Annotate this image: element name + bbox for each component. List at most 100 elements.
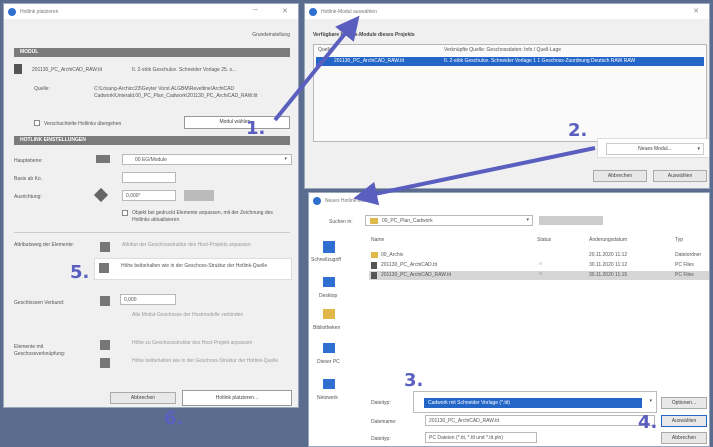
module-version: II. 2-stök Geschulce. Schneider Vorlage … xyxy=(132,67,237,73)
nested-hotlinks-label: Verschachtelte Hotlinks übergehen xyxy=(44,121,122,127)
chevron-down-icon-2: ▾ xyxy=(697,146,700,152)
cancel-button-2[interactable]: Abbrechen xyxy=(593,170,647,182)
place-quick-access[interactable]: Schnellzugriff xyxy=(311,257,341,263)
type-label: Dateityp: xyxy=(371,436,391,442)
place-hotlink-button[interactable]: Hotlink platzieren... xyxy=(182,390,292,406)
library-icon[interactable] xyxy=(323,309,335,319)
pc-icon[interactable] xyxy=(323,343,335,353)
link-icon-2 xyxy=(100,358,110,368)
callout-3: 3. xyxy=(404,370,424,391)
source-label: Quelle: xyxy=(34,86,50,92)
folder-icon xyxy=(370,218,378,224)
linked-option-2[interactable]: Höhe beibehalten wie in der Geschoss-Str… xyxy=(132,358,282,365)
place-network[interactable]: Netzwerk xyxy=(317,395,338,401)
file-status: ○ xyxy=(539,261,543,267)
story-height-label: Geschlossen Verbund: xyxy=(14,300,65,306)
place-desktop[interactable]: Desktop xyxy=(319,293,337,299)
callout-6: 6. xyxy=(164,408,184,429)
story-icon xyxy=(96,155,110,163)
options-button[interactable]: Optionen... xyxy=(661,397,707,409)
window-title: Hotlink platzieren xyxy=(20,8,59,15)
app-icon-2 xyxy=(309,7,317,16)
list-item[interactable]: 201130_PC_ArchiCAD.tit ○ 30.11.2020 11:1… xyxy=(369,261,709,270)
list-item-selected[interactable]: 201130_PC_ArchiCAD_RAW.tit ○ 30.11.2020 … xyxy=(369,271,709,280)
filename-label: Dateiname: xyxy=(371,419,397,425)
title-bar: Hotlink platzieren ─ ✕ xyxy=(4,4,298,19)
filename-field[interactable]: 201130_PC_ArchiCAD_RAW.tit xyxy=(425,415,655,426)
nested-hotlinks-checkbox[interactable] xyxy=(34,120,40,126)
attribute-label: Attributsweg der Elemente: xyxy=(14,242,75,248)
attribute-option-1[interactable]: Attribut der Geschossstruktur des Host-P… xyxy=(122,242,288,249)
new-module-highlight: Neues Modul... ▾ xyxy=(597,138,709,158)
settings-label: Grundeinstellung xyxy=(252,32,290,38)
filetype-select[interactable]: Cadwork mit Schneider Vorlage (*.tit) xyxy=(424,398,642,408)
open-button[interactable]: Auswählen xyxy=(661,415,707,427)
filename-value: 201130_PC_ArchiCAD_RAW.tit xyxy=(429,418,500,424)
cancel-button-3[interactable]: Abbrechen xyxy=(661,432,707,444)
col-status: Status xyxy=(537,237,552,243)
new-module-button[interactable]: Neues Modul... ▾ xyxy=(606,143,704,155)
folder-name: 00_PC_Plan_Cadwork xyxy=(382,218,433,224)
place-this-pc[interactable]: Dieser PC xyxy=(317,359,340,365)
height-icon xyxy=(100,296,110,306)
window-title-3: Neues Hotlink-Modul xyxy=(325,197,372,204)
title-bar-2: Hotlink-Modul auswählen ✕ xyxy=(305,4,709,19)
place-libraries[interactable]: Bibliotheken xyxy=(313,325,340,331)
select-module-window: Hotlink-Modul auswählen ✕ Verfügbare Hot… xyxy=(304,3,710,189)
star-icon[interactable] xyxy=(323,241,335,253)
minimize-icon[interactable]: ─ xyxy=(253,7,258,14)
select-module-button[interactable]: Modul wählen... xyxy=(184,116,290,129)
filetype-highlight: Cadwork mit Schneider Vorlage (*.tit) ▾ xyxy=(413,391,657,413)
col-name: Name xyxy=(371,237,385,243)
type-value: PC Dateien (*.tit, *.ttl und *.tit.pln) xyxy=(429,435,503,441)
main-story-label: Hauptebene: xyxy=(14,158,43,164)
table-row[interactable]: 201130_PC_ArchiCAD_RAW.tit II. 2-stök Ge… xyxy=(316,57,704,66)
story-height-desc: Alle Modul-Geschosse der Hostmodelle ver… xyxy=(132,312,244,318)
new-module-label: Neues Modul... xyxy=(638,146,672,152)
col-source: Quelle xyxy=(318,47,333,53)
file-date: 30.11.2020 11:12 xyxy=(589,262,628,268)
mirror-icon[interactable] xyxy=(184,190,214,201)
close-icon-2[interactable]: ✕ xyxy=(693,7,699,15)
rotation-field[interactable]: 0,000° xyxy=(122,190,176,201)
keep-height-label: Höhe beibehalten wie in der Geschoss-Str… xyxy=(121,263,268,269)
desktop-icon[interactable] xyxy=(323,277,335,287)
cancel-button[interactable]: Abbrechen xyxy=(110,392,176,404)
callout-4: 4. xyxy=(638,412,658,433)
folder-select[interactable]: 00_PC_Plan_Cadwork ▾ xyxy=(365,215,533,226)
orientation-label: Ausrichtung: xyxy=(14,194,42,200)
row-info: II. 2-stök Geschulce. Schneider Vorlage … xyxy=(444,58,636,64)
close-icon[interactable]: ✕ xyxy=(282,7,288,15)
file-type: Dateiordner xyxy=(675,252,702,258)
module-name: 201130_PC_ArchiCAD_RAW.tit xyxy=(32,67,103,73)
list-item[interactable]: 00_Archiv 20.11.2020 11:12 Dateiordner xyxy=(369,251,709,260)
chevron-down-icon-4: ▾ xyxy=(649,398,652,404)
file-date: 30.11.2020 11:15 xyxy=(589,272,628,278)
col-type: Typ xyxy=(675,237,684,243)
adjust-elements-label: Objekt bei gedruckt Elemente anpassen, m… xyxy=(132,210,273,223)
file-name: 00_Archiv xyxy=(381,252,404,258)
adjust-elements-checkbox[interactable] xyxy=(122,210,128,216)
modules-table: Quelle Verknüpfte Quelle: Geschossdaten:… xyxy=(313,44,707,142)
keep-height-option[interactable]: Höhe beibehalten wie in der Geschoss-Str… xyxy=(94,258,292,280)
file-icon xyxy=(371,262,377,269)
modules-heading: Verfügbare Hotlink-Module dieses Projekt… xyxy=(313,32,415,38)
linked-option-1[interactable]: Höhe zu Geschossstruktur des Host-Projek… xyxy=(132,340,282,347)
base-label: Basis ab Ko. xyxy=(14,176,43,182)
callout-1: 1. xyxy=(246,118,266,139)
file-status: ○ xyxy=(539,271,543,277)
app-icon-3 xyxy=(313,196,321,205)
stories-keep-icon xyxy=(99,263,109,273)
story-height-field[interactable]: 0,000 xyxy=(120,294,176,305)
base-offset-field[interactable] xyxy=(122,172,176,183)
main-story-select[interactable]: 00 EG/Module ▾ xyxy=(122,154,292,165)
type-select[interactable]: PC Dateien (*.tit, *.ttl und *.tit.pln) xyxy=(425,432,537,443)
main-story-value: 00 EG/Module xyxy=(135,157,167,163)
file-icon-2 xyxy=(371,272,377,279)
file-name: 201130_PC_ArchiCAD_RAW.tit xyxy=(381,272,452,278)
nav-icons[interactable] xyxy=(539,216,603,225)
select-button[interactable]: Auswählen xyxy=(653,170,707,182)
module-icon xyxy=(14,64,22,74)
source-path: C:\Lösung-Archicc23\Geyter Vorst.ALGBM\R… xyxy=(94,86,258,99)
network-icon[interactable] xyxy=(323,379,335,389)
